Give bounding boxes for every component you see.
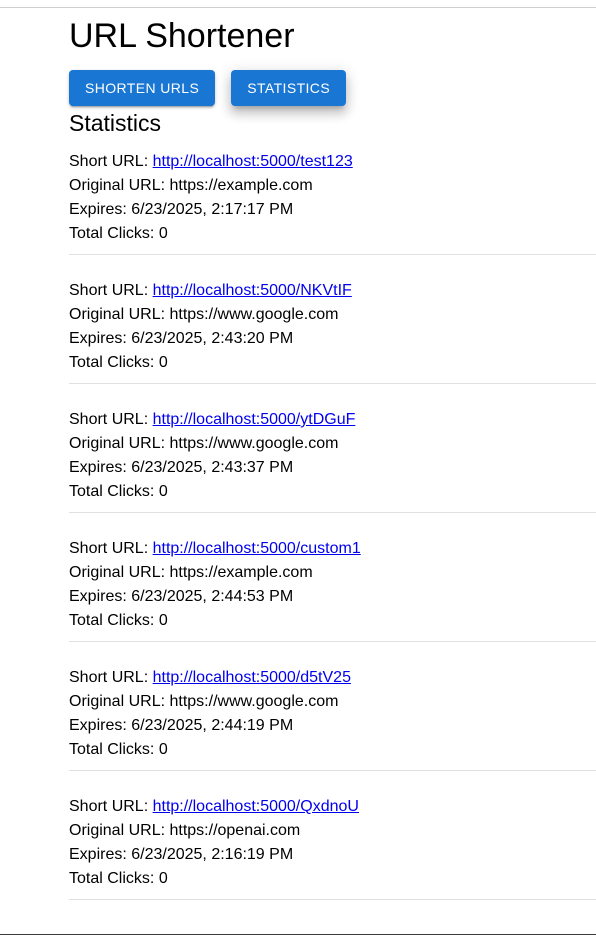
expires-value: 6/23/2025, 2:43:37 PM bbox=[131, 459, 294, 476]
original-url-value: https://openai.com bbox=[169, 822, 301, 839]
list-item: Short URL: http://localhost:5000/d5tV25 … bbox=[69, 666, 596, 771]
app-title: URL Shortener bbox=[69, 17, 295, 55]
clicks-value: 0 bbox=[158, 741, 168, 758]
original-url-label: Original URL: bbox=[69, 564, 166, 581]
expires-value: 6/23/2025, 2:43:20 PM bbox=[131, 330, 294, 347]
short-url-row: Short URL: http://localhost:5000/d5tV25 bbox=[69, 666, 596, 690]
top-divider bbox=[0, 7, 596, 8]
clicks-label: Total Clicks: bbox=[69, 741, 155, 758]
short-url-label: Short URL: bbox=[69, 153, 149, 170]
clicks-value: 0 bbox=[158, 870, 168, 887]
original-url-row: Original URL: https://www.google.com bbox=[69, 432, 596, 456]
expires-value: 6/23/2025, 2:44:19 PM bbox=[131, 717, 294, 734]
clicks-row: Total Clicks: 0 bbox=[69, 222, 596, 246]
original-url-value: https://example.com bbox=[169, 177, 313, 194]
original-url-label: Original URL: bbox=[69, 435, 166, 452]
original-url-row: Original URL: https://www.google.com bbox=[69, 690, 596, 714]
original-url-row: Original URL: https://example.com bbox=[69, 561, 596, 585]
short-url-link[interactable]: http://localhost:5000/ytDGuF bbox=[153, 411, 356, 428]
statistics-list: Short URL: http://localhost:5000/test123… bbox=[69, 150, 596, 900]
short-url-link[interactable]: http://localhost:5000/NKVtIF bbox=[153, 282, 352, 299]
original-url-row: Original URL: https://example.com bbox=[69, 174, 596, 198]
short-url-label: Short URL: bbox=[69, 282, 149, 299]
original-url-row: Original URL: https://openai.com bbox=[69, 819, 596, 843]
short-url-row: Short URL: http://localhost:5000/QxdnoU bbox=[69, 795, 596, 819]
original-url-value: https://www.google.com bbox=[169, 435, 339, 452]
original-url-value: https://www.google.com bbox=[169, 306, 339, 323]
list-item: Short URL: http://localhost:5000/custom1… bbox=[69, 537, 596, 642]
original-url-label: Original URL: bbox=[69, 177, 166, 194]
short-url-link[interactable]: http://localhost:5000/d5tV25 bbox=[153, 669, 351, 686]
clicks-row: Total Clicks: 0 bbox=[69, 351, 596, 375]
short-url-label: Short URL: bbox=[69, 411, 149, 428]
nav-bar: SHORTEN URLS STATISTICS bbox=[69, 70, 596, 106]
expires-label: Expires: bbox=[69, 717, 127, 734]
list-item: Short URL: http://localhost:5000/QxdnoU … bbox=[69, 795, 596, 900]
expires-row: Expires: 6/23/2025, 2:43:20 PM bbox=[69, 327, 596, 351]
original-url-row: Original URL: https://www.google.com bbox=[69, 303, 596, 327]
short-url-link[interactable]: http://localhost:5000/QxdnoU bbox=[153, 798, 359, 815]
statistics-heading: Statistics bbox=[69, 110, 162, 136]
expires-value: 6/23/2025, 2:16:19 PM bbox=[131, 846, 294, 863]
short-url-row: Short URL: http://localhost:5000/ytDGuF bbox=[69, 408, 596, 432]
original-url-label: Original URL: bbox=[69, 822, 166, 839]
clicks-row: Total Clicks: 0 bbox=[69, 609, 596, 633]
expires-label: Expires: bbox=[69, 846, 127, 863]
short-url-label: Short URL: bbox=[69, 540, 149, 557]
clicks-value: 0 bbox=[158, 225, 168, 242]
clicks-label: Total Clicks: bbox=[69, 612, 155, 629]
short-url-row: Short URL: http://localhost:5000/test123 bbox=[69, 150, 596, 174]
expires-row: Expires: 6/23/2025, 2:44:53 PM bbox=[69, 585, 596, 609]
clicks-value: 0 bbox=[158, 483, 168, 500]
clicks-label: Total Clicks: bbox=[69, 354, 155, 371]
clicks-row: Total Clicks: 0 bbox=[69, 480, 596, 504]
short-url-label: Short URL: bbox=[69, 798, 149, 815]
clicks-row: Total Clicks: 0 bbox=[69, 867, 596, 891]
original-url-value: https://www.google.com bbox=[169, 693, 339, 710]
original-url-label: Original URL: bbox=[69, 306, 166, 323]
expires-label: Expires: bbox=[69, 459, 127, 476]
clicks-value: 0 bbox=[158, 612, 168, 629]
expires-label: Expires: bbox=[69, 330, 127, 347]
short-url-label: Short URL: bbox=[69, 669, 149, 686]
short-url-row: Short URL: http://localhost:5000/custom1 bbox=[69, 537, 596, 561]
clicks-row: Total Clicks: 0 bbox=[69, 738, 596, 762]
expires-value: 6/23/2025, 2:44:53 PM bbox=[131, 588, 294, 605]
clicks-label: Total Clicks: bbox=[69, 483, 155, 500]
bottom-divider bbox=[0, 934, 596, 935]
expires-value: 6/23/2025, 2:17:17 PM bbox=[131, 201, 294, 218]
original-url-value: https://example.com bbox=[169, 564, 313, 581]
statistics-button[interactable]: STATISTICS bbox=[231, 70, 347, 106]
expires-row: Expires: 6/23/2025, 2:16:19 PM bbox=[69, 843, 596, 867]
expires-row: Expires: 6/23/2025, 2:17:17 PM bbox=[69, 198, 596, 222]
list-item: Short URL: http://localhost:5000/test123… bbox=[69, 150, 596, 255]
expires-row: Expires: 6/23/2025, 2:43:37 PM bbox=[69, 456, 596, 480]
app-container: URL Shortener SHORTEN URLS STATISTICS St… bbox=[69, 16, 596, 924]
original-url-label: Original URL: bbox=[69, 693, 166, 710]
clicks-value: 0 bbox=[158, 354, 168, 371]
list-item: Short URL: http://localhost:5000/NKVtIF … bbox=[69, 279, 596, 384]
short-url-link[interactable]: http://localhost:5000/custom1 bbox=[153, 540, 361, 557]
shorten-urls-button[interactable]: SHORTEN URLS bbox=[69, 70, 216, 106]
expires-label: Expires: bbox=[69, 201, 127, 218]
expires-row: Expires: 6/23/2025, 2:44:19 PM bbox=[69, 714, 596, 738]
clicks-label: Total Clicks: bbox=[69, 870, 155, 887]
short-url-row: Short URL: http://localhost:5000/NKVtIF bbox=[69, 279, 596, 303]
short-url-link[interactable]: http://localhost:5000/test123 bbox=[153, 153, 353, 170]
clicks-label: Total Clicks: bbox=[69, 225, 155, 242]
expires-label: Expires: bbox=[69, 588, 127, 605]
list-item: Short URL: http://localhost:5000/ytDGuF … bbox=[69, 408, 596, 513]
